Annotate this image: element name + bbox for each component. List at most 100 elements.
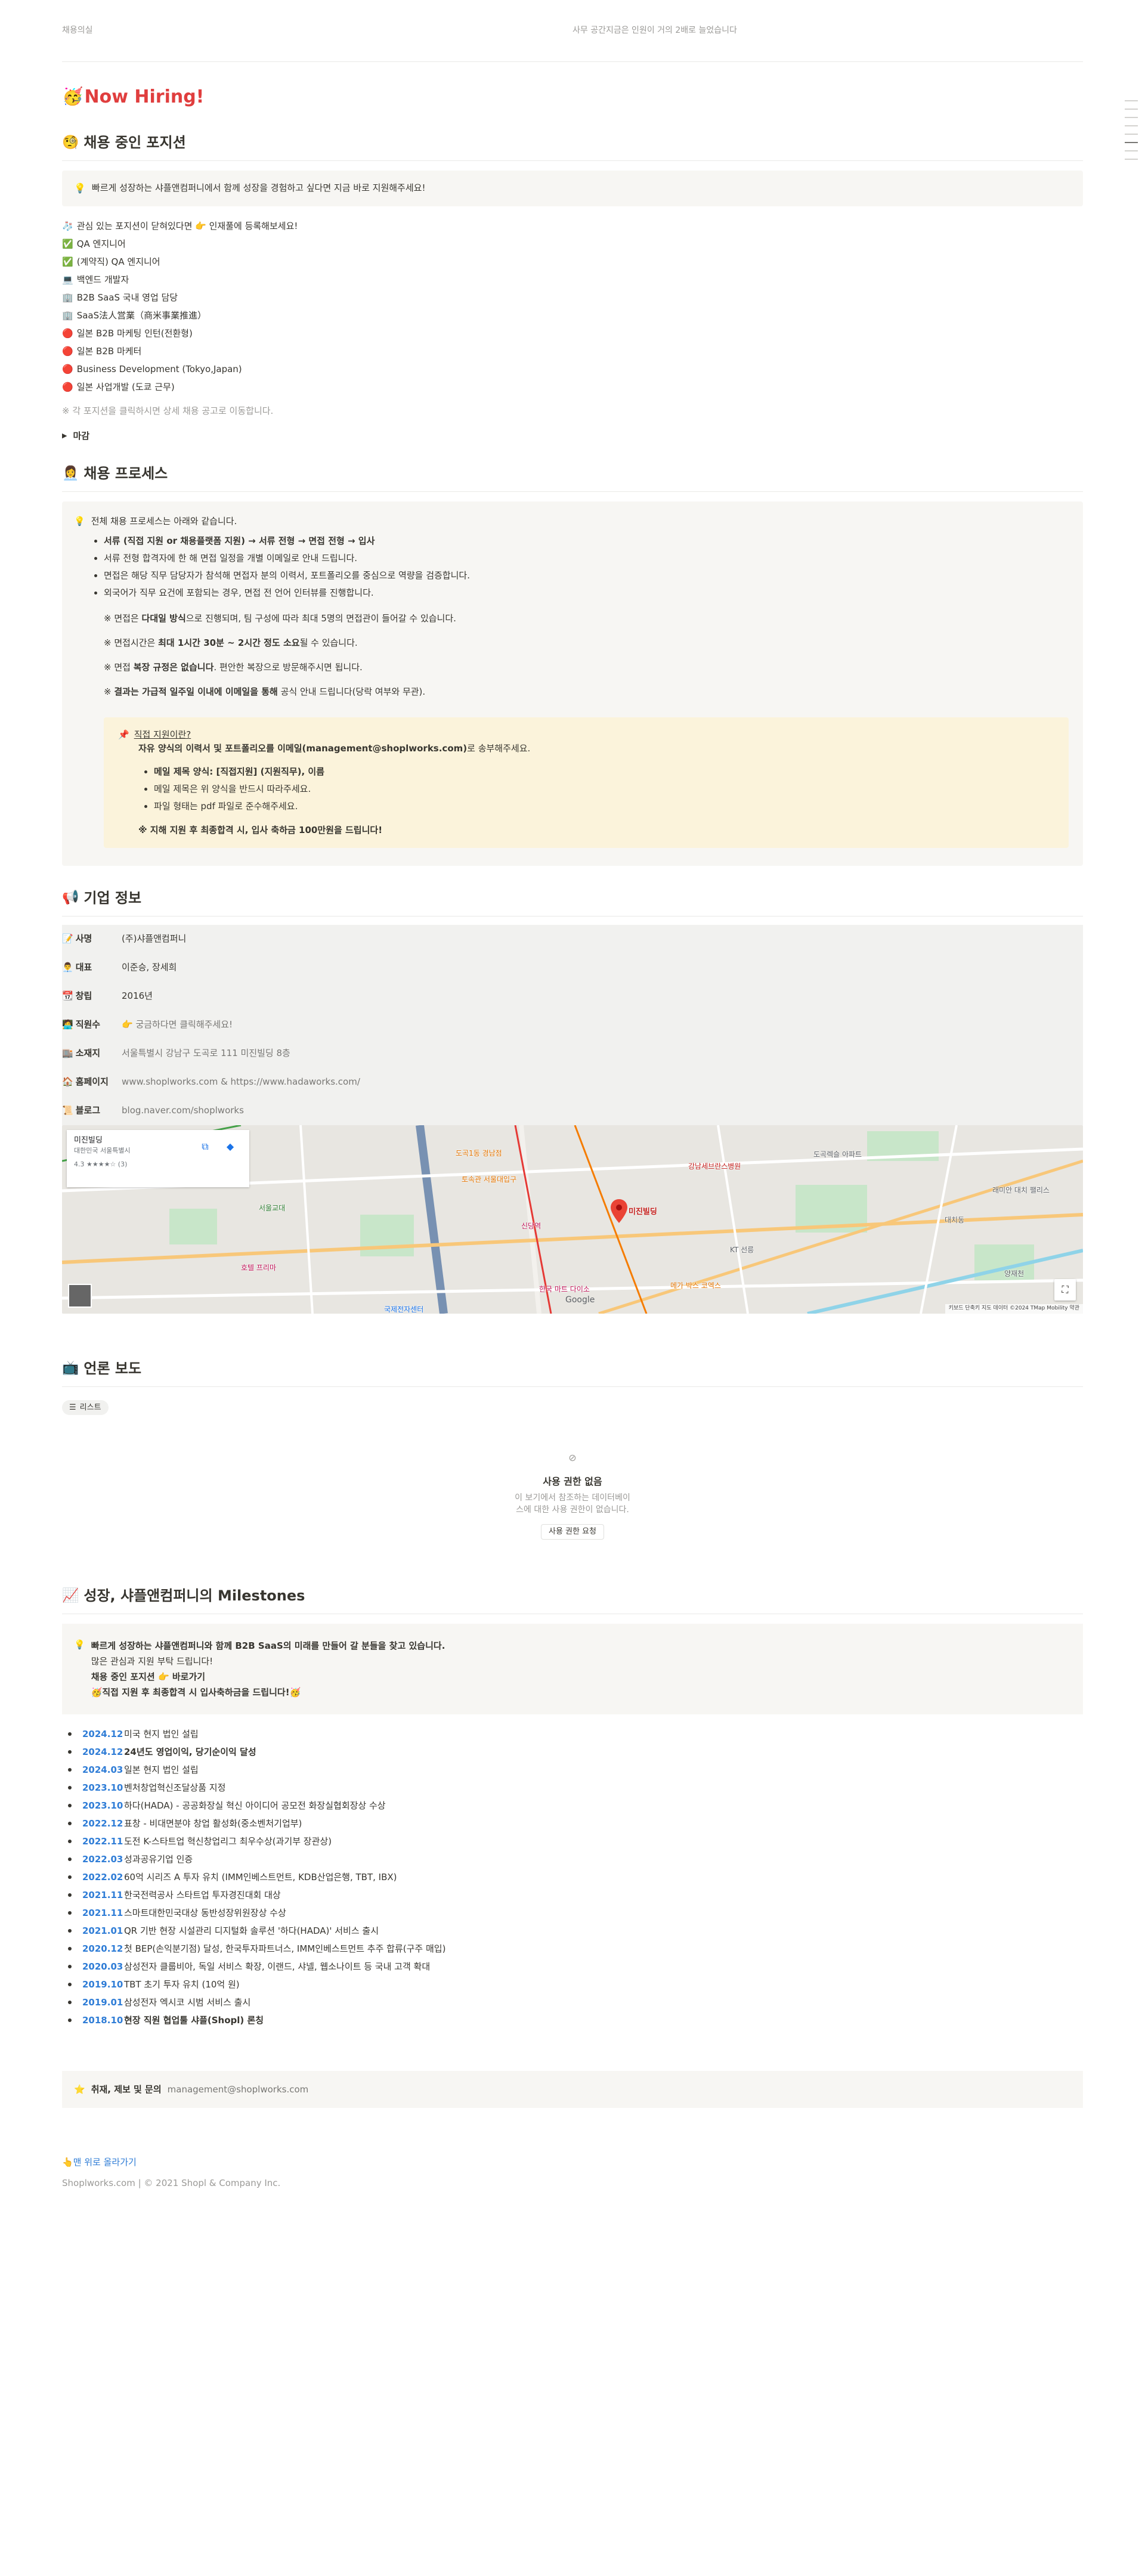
milestone-date: 2020.12 [82,1943,123,1954]
positions-note: ※ 각 포지션을 클릭하시면 상세 채용 공고로 이동합니다. [62,405,274,416]
map-label: 서울교대 [259,1203,286,1212]
process-heading: 👩‍💼 채용 프로세스 [62,463,1083,492]
contact-callout: ⭐ 취재, 제보 및 문의 management@shoplworks.com [62,2070,1083,2109]
map-label: 도곡렉슬 아파트 [813,1150,862,1159]
company-value[interactable]: 서울특별시 강남구 도곡로 111 미진빌딩 8층 [122,1046,290,1060]
position-label[interactable]: 일본 사업개발 (도쿄 근무) [77,378,175,396]
table-of-contents-rail[interactable] [1125,100,1138,167]
company-value[interactable]: blog.naver.com/shoplworks [122,1104,244,1117]
milestone-date: 2023.10 [82,1800,123,1811]
map-attribution[interactable]: 키보드 단축키 지도 데이터 ©2024 TMap Mobility 약관 [945,1304,1083,1314]
bullet-icon [68,1982,72,1986]
company-row: 🧑‍💻 직원수 👉 궁금하다면 클릭해주세요! [62,1011,1083,1039]
position-label[interactable]: B2B SaaS 국내 영업 담당 [77,289,178,306]
closed-positions-toggle[interactable]: ▶ 마감 [62,427,1083,445]
triangle-right-icon[interactable]: ▶ [62,431,67,441]
location-pin-icon[interactable] [611,1199,627,1223]
back-to-top-link[interactable]: 👆맨 위로 올라가기 [62,2156,1083,2169]
row-emoji-icon: 🧑‍💻 [62,1019,73,1030]
position-label[interactable]: 일본 B2B 마케터 [77,342,142,360]
company-value: 이준승, 장세희 [122,962,177,973]
milestone-text: 도전 K-스타트업 혁신창업리그 최우수상(과기부 장관상) [124,1835,332,1847]
fullscreen-icon[interactable]: ⛶ [1054,1278,1076,1301]
milestone-text: 24년도 영업이익, 당기순이익 달성 [124,1746,256,1757]
position-item[interactable]: 🏢 SaaS法人営業（商米事業推進） [62,306,1083,324]
bullet-icon [68,1928,72,1933]
position-label[interactable]: QA 엔지니어 [77,235,126,253]
position-item[interactable]: 🔴 Business Development (Tokyo,Japan) [62,360,1083,378]
map-label: 한국 마트 다이소 [539,1284,590,1293]
satellite-toggle[interactable] [68,1283,92,1308]
copyright: Shoplworks.com | © 2021 Shopl & Company … [62,2177,281,2188]
position-item[interactable]: 🧦 관심 있는 포지션이 닫혀있다면 👉 인재풀에 등록해보세요! [62,217,1083,235]
position-label[interactable]: SaaS法人営業（商米事業推進） [77,306,206,324]
positions-heading: 🧐 채용 중인 포지션 [62,132,1083,161]
position-label[interactable]: 백엔드 개발자 [77,271,129,289]
list-view-tab[interactable]: ☰ 리스트 [62,1400,109,1415]
topbar-left-text: 채용의실 [62,26,93,35]
bullet-icon [68,1964,72,1968]
process-intro: 전체 채용 프로세스는 아래와 같습니다. [91,515,237,527]
position-emoji-icon: 🔴 [62,328,73,339]
bullet-icon [68,2018,72,2022]
milestone-date: 2019.10 [82,1979,123,1990]
company-value[interactable]: 👉 궁금하다면 클릭해주세요! [122,1018,233,1032]
press-heading-text: 언론 보도 [83,1360,142,1377]
company-row: 📜 블로그 blog.naver.com/shoplworks [62,1097,1083,1125]
position-item[interactable]: 🔴 일본 B2B 마케팅 인턴(전환형) [62,324,1083,342]
position-label[interactable]: (계약직) QA 엔지니어 [77,253,160,271]
toggle-label[interactable]: 마감 [73,429,89,443]
google-map-embed[interactable]: 도곡렉슬 아파트 강남세브란스병원 래미안 대치 팰리스 대치동 서울교대 국제… [62,1125,1083,1314]
position-item[interactable]: 🔴 일본 B2B 마케터 [62,342,1083,360]
list-view-label[interactable]: 리스트 [80,1402,101,1414]
company-key: 📆 창립 [62,989,122,1003]
directions-icon[interactable]: ◆ [223,1140,237,1154]
bullet-icon [68,1839,72,1843]
milestone-date: 2024.03 [82,1764,123,1775]
contact-email[interactable]: management@shoplworks.com [168,2083,309,2097]
position-item[interactable]: 🔴 일본 사업개발 (도쿄 근무) [62,378,1083,396]
milestone-item: 2022.02 60억 시리즈 A 투자 유치 (IMM인베스트먼트, KDB산업… [68,1868,1083,1886]
row-emoji-icon: 👨‍💼 [62,962,73,973]
milestone-text: QR 기반 현장 시설관리 디지털화 솔루션 '하다(HADA)' 서비스 출시 [124,1925,379,1936]
position-label[interactable]: 관심 있는 포지션이 닫혀있다면 👉 인재풀에 등록해보세요! [77,217,298,235]
position-label[interactable]: 일본 B2B 마케팅 인턴(전환형) [77,324,193,342]
row-emoji-icon: 🏠 [62,1076,73,1088]
now-hiring-title: Now Hiring! [84,86,205,107]
milestone-item: 2024.12 24년도 영업이익, 당기순이익 달성 [68,1743,1083,1761]
company-row: 🏠 홈페이지 www.shoplworks.com & https://www.ha… [62,1068,1083,1097]
request-access-button[interactable]: 사용 권한 요청 [540,1524,605,1540]
open-in-maps-icon[interactable]: ⧉ [198,1140,212,1154]
position-item[interactable]: 🏢 B2B SaaS 국내 영업 담당 [62,289,1083,306]
company-key: 📝 사명 [62,932,122,946]
now-hiring-heading: 🥳 Now Hiring! [62,83,1083,110]
bullet-icon [68,1875,72,1879]
milestones-heading: 📈 성장, 샤플앤컴퍼니의 Milestones [62,1585,1083,1614]
bullet-icon [68,1750,72,1754]
position-emoji-icon: 🔴 [62,364,73,374]
process-callout: 💡 전체 채용 프로세스는 아래와 같습니다. 서류 (직접 지원 or 채용플… [62,501,1083,866]
milestone-item: 2018.10 현장 직원 협업툴 샤플(Shopl) 론칭 [68,2011,1083,2029]
process-bullet: 서류 전형 합격자에 한 해 면접 일정을 개별 이메일로 안내 드립니다. [104,550,1069,567]
position-item[interactable]: 💻 백엔드 개발자 [62,271,1083,289]
no-permission-block: ⊘ 사용 권한 없음 이 보기에서 참조하는 데이터베이 스에 대한 사용 권한… [62,1451,1083,1540]
positions-heading-text: 채용 중인 포지션 [83,134,186,151]
position-item[interactable]: ✅ (계약직) QA 엔지니어 [62,253,1083,271]
megaphone-icon: 📢 [62,890,79,906]
direct-apply-title[interactable]: 직접 지원이란? [134,728,191,742]
position-item[interactable]: ✅ QA 엔지니어 [62,235,1083,253]
milestone-date: 2022.02 [82,1871,123,1883]
process-bullet: 외국어가 직무 요건에 포함되는 경우, 면접 전 언어 인터뷰를 진행합니다. [104,584,1069,602]
position-label[interactable]: Business Development (Tokyo,Japan) [77,360,242,378]
milestone-text: 한국전력공사 스타트업 투자경진대회 대상 [124,1889,281,1900]
no-permission-desc-1: 이 보기에서 참조하는 데이터베이 [515,1493,630,1503]
open-positions-link[interactable]: 채용 중인 포지션 👉 바로가기 [91,1669,445,1685]
tv-icon: 📺 [62,1360,79,1376]
milestone-item: 2021.11 스마트대한민국대상 동반성장위원장상 수상 [68,1904,1083,1922]
company-value: (주)샤플앤컴퍼니 [122,933,187,945]
interview-rule-4: ※ 결과는 가급적 일주일 이내에 이메일을 통해 공식 안내 드립니다(당락 … [104,686,426,697]
list-icon[interactable]: ☰ [69,1402,76,1414]
milestone-item: 2021.11 한국전력공사 스타트업 투자경진대회 대상 [68,1886,1083,1904]
milestone-text: 삼성전자 엑시코 시범 서비스 출시 [124,1996,251,2008]
company-value[interactable]: www.shoplworks.com & https://www.hadawor… [122,1075,360,1089]
